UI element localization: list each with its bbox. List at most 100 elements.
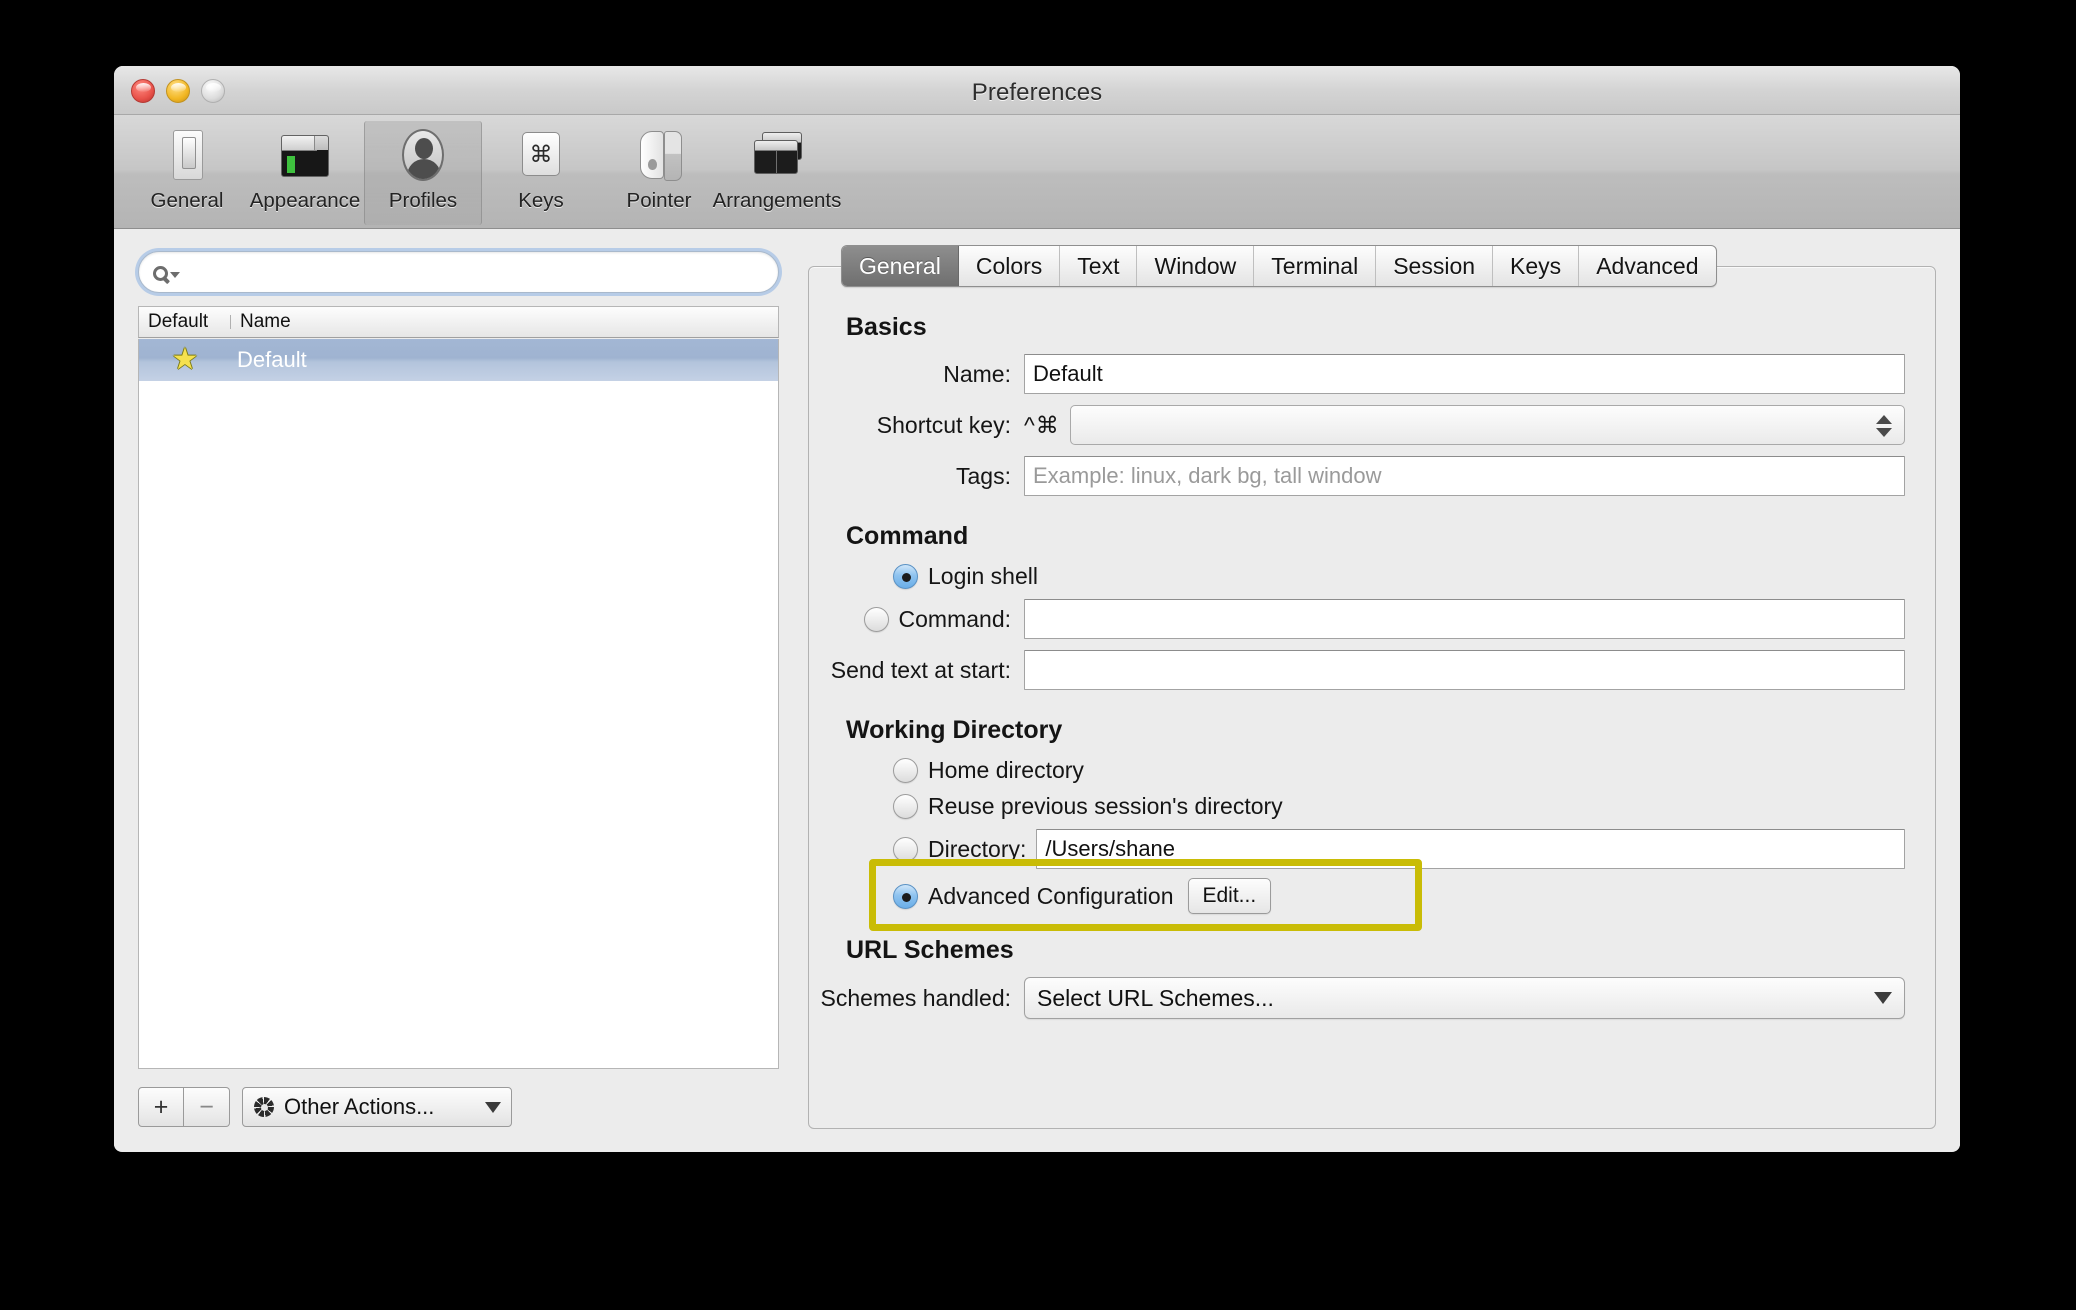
stepper-arrows-icon[interactable] [1874,410,1894,442]
person-silhouette-icon [392,127,454,185]
add-profile-button[interactable]: + [138,1087,184,1127]
search-magnifier-icon[interactable] [153,261,187,285]
search-input[interactable] [197,253,764,291]
column-header-name[interactable]: Name [231,311,300,333]
profile-list[interactable]: ★ Default [138,339,779,1069]
toolbar-item-keys[interactable]: ⌘ Keys [482,121,600,225]
login-shell-radio[interactable] [893,564,918,589]
send-text-input[interactable] [1024,650,1905,690]
toolbar-item-arrangements[interactable]: Arrangements [713,121,841,225]
toolbar-label-general: General [150,189,224,212]
shortcut-key-row: Shortcut key: ^⌘ [819,405,1905,445]
command-radio[interactable] [863,606,889,632]
login-shell-row[interactable]: Login shell [819,563,1905,590]
tab-advanced[interactable]: Advanced [1579,246,1715,286]
star-icon: ★ [171,343,199,376]
screen: Preferences General Appearance Profiles … [0,0,2076,1310]
window-titlebar: Preferences [114,66,1960,115]
other-actions-label: Other Actions... [284,1094,435,1119]
tags-input[interactable] [1024,456,1905,496]
directory-row: Directory: [819,829,1905,869]
advanced-configuration-row[interactable]: Advanced Configuration Edit... [819,878,1905,914]
home-directory-row[interactable]: Home directory [819,757,1905,784]
reuse-directory-row[interactable]: Reuse previous session's directory [819,793,1905,820]
tab-session[interactable]: Session [1376,246,1494,286]
profiles-sidebar: Default Name ★ Default + − Other Actions… [138,251,779,1129]
search-field[interactable] [138,251,779,293]
shortcut-key-label: Shortcut key: [876,411,1011,438]
command-row: Command: [819,599,1905,639]
advanced-configuration-radio[interactable] [893,883,918,909]
table-row[interactable]: ★ Default [139,339,778,381]
name-row: Name: [819,354,1905,394]
directory-label: Directory: [928,835,1027,862]
other-actions-menu[interactable]: Other Actions... [242,1087,512,1127]
stepper-down-icon[interactable] [1876,428,1892,437]
tags-row: Tags: [819,456,1905,496]
toolbar-label-keys: Keys [518,189,564,212]
preferences-window: Preferences General Appearance Profiles … [114,66,1960,1152]
toolbar-item-pointer[interactable]: Pointer [600,121,718,225]
url-schemes-dropdown[interactable]: Select URL Schemes... [1024,977,1905,1019]
slider-switch-icon [156,127,218,185]
shortcut-key-stepper[interactable] [1069,405,1905,445]
toolbar-label-profiles: Profiles [388,189,458,212]
directory-radio[interactable] [893,836,918,862]
tab-keys[interactable]: Keys [1493,246,1580,286]
tab-terminal[interactable]: Terminal [1254,246,1377,286]
edit-button[interactable]: Edit... [1187,878,1272,914]
reuse-directory-label: Reuse previous session's directory [928,793,1283,819]
advanced-configuration-label: Advanced Configuration [928,882,1174,909]
toolbar-item-appearance[interactable]: Appearance [246,121,364,225]
default-star-cell[interactable]: ★ [139,345,231,375]
profile-detail-panel: General Colors Text Window Terminal Sess… [808,245,1936,1129]
command-input[interactable] [1024,599,1905,639]
name-input[interactable] [1024,354,1905,394]
tab-window[interactable]: Window [1137,246,1255,286]
name-label: Name: [943,360,1011,387]
command-key-icon: ⌘ [510,127,572,185]
command-label: Command: [898,605,1011,632]
profile-tabbar: General Colors Text Window Terminal Sess… [841,245,1717,287]
tab-general[interactable]: General [842,246,959,286]
toolbar-label-arrangements: Arrangements [712,189,842,212]
login-shell-label: Login shell [928,563,1038,589]
shortcut-modifiers: ^⌘ [1024,411,1060,438]
toolbar-item-profiles[interactable]: Profiles [364,121,482,225]
remove-profile-button[interactable]: − [184,1087,230,1127]
toolbar-item-general[interactable]: General [128,121,246,225]
tab-text[interactable]: Text [1060,246,1138,286]
preferences-body: Default Name ★ Default + − Other Actions… [114,229,1960,1151]
stacked-windows-icon [746,127,808,185]
mouse-icon [628,127,690,185]
home-directory-label: Home directory [928,757,1084,783]
schemes-handled-row: Schemes handled: Select URL Schemes... [819,977,1905,1019]
stepper-up-icon[interactable] [1876,415,1892,424]
send-text-row: Send text at start: [819,650,1905,690]
preferences-toolbar: General Appearance Profiles ⌘ Keys Point… [114,115,1960,229]
general-tab-content: Basics Name: Shortcut key: ^⌘ [808,266,1936,1129]
tags-label: Tags: [956,462,1011,489]
tab-colors[interactable]: Colors [959,246,1061,286]
caret-down-icon [485,1101,501,1113]
section-title-working-directory: Working Directory [846,716,1063,744]
section-title-command: Command [846,522,969,550]
profile-list-footer: + − Other Actions... [138,1085,512,1129]
url-schemes-value: Select URL Schemes... [1037,984,1274,1011]
section-title-url-schemes: URL Schemes [846,936,1014,964]
column-header-default[interactable]: Default [139,311,231,333]
send-text-label: Send text at start: [830,656,1011,683]
section-title-basics: Basics [846,313,927,341]
window-tabs-icon [274,127,336,185]
home-directory-radio[interactable] [893,758,918,783]
profile-name: Default [237,347,307,372]
profile-list-header: Default Name [138,306,779,338]
window-title: Preferences [971,79,1103,106]
toolbar-label-pointer: Pointer [626,189,692,212]
caret-down-icon [1874,992,1892,1004]
reuse-directory-radio[interactable] [893,794,918,819]
toolbar-label-appearance: Appearance [249,189,361,212]
gear-icon [253,1096,275,1118]
schemes-handled-label: Schemes handled: [820,984,1011,1011]
directory-input[interactable] [1036,829,1905,869]
